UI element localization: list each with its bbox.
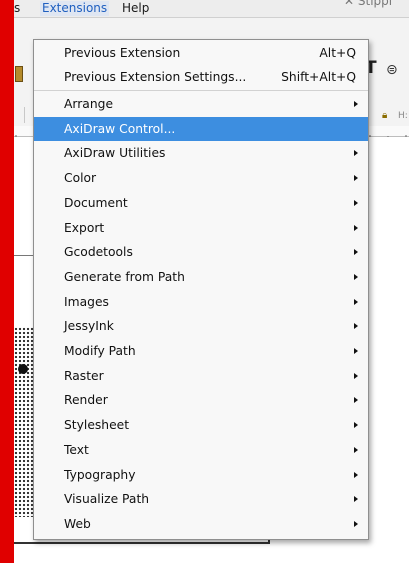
menu-item-jessyink[interactable]: JessyInk xyxy=(34,314,368,338)
menu-item-label: Images xyxy=(64,294,109,309)
menu-item-render[interactable]: Render xyxy=(34,388,368,412)
submenu-arrow-icon xyxy=(354,397,358,404)
submenu-arrow-icon xyxy=(354,422,358,429)
menu-item-web[interactable]: Web xyxy=(34,512,368,536)
submenu-arrow-icon xyxy=(354,199,358,206)
menu-item-label: Gcodetools xyxy=(64,245,133,260)
menu-extensions[interactable]: Extensions xyxy=(40,1,110,16)
submenu-arrow-icon xyxy=(354,446,358,453)
menu-item-label: Text xyxy=(64,442,89,457)
menu-item-raster[interactable]: Raster xyxy=(34,364,368,388)
menu-item-label: Web xyxy=(64,516,91,531)
submenu-arrow-icon xyxy=(354,372,358,379)
menu-item-label: Stylesheet xyxy=(64,418,130,433)
menu-item-label: Document xyxy=(64,195,128,210)
menu-item-label: AxiDraw Control... xyxy=(64,121,176,136)
submenu-arrow-icon xyxy=(354,273,358,280)
menu-item-color[interactable]: Color xyxy=(34,166,368,190)
toolbar-separator xyxy=(24,107,25,123)
menu-item-axidraw-control[interactable]: AxiDraw Control... xyxy=(34,116,368,141)
menu-item-stylesheet[interactable]: Stylesheet xyxy=(34,413,368,437)
menu-item-label: Generate from Path xyxy=(64,269,185,284)
menu-item-text[interactable]: Text xyxy=(34,438,368,462)
menu-item-previous-extension-settings[interactable]: Previous Extension Settings... Shift+Alt+… xyxy=(34,65,368,89)
submenu-arrow-icon xyxy=(354,249,358,256)
submenu-arrow-icon xyxy=(354,175,358,182)
menubar: s Extensions Help ✕ Stippl xyxy=(14,0,409,18)
menu-item-label: Visualize Path xyxy=(64,492,150,507)
menu-item-previous-extension[interactable]: Previous Extension Alt+Q xyxy=(34,41,368,65)
submenu-arrow-icon xyxy=(354,520,358,527)
stipple-drawing xyxy=(14,327,34,517)
submenu-arrow-icon xyxy=(354,224,358,231)
menu-item-label: Raster xyxy=(64,368,104,383)
submenu-arrow-icon xyxy=(354,101,358,107)
menu-item-label: Typography xyxy=(64,467,136,482)
menu-item-label: Modify Path xyxy=(64,344,136,358)
stipple-blob xyxy=(18,364,28,374)
extensions-menu: Previous Extension Alt+Q Previous Extensio… xyxy=(33,39,369,540)
height-label: H: xyxy=(398,111,408,121)
menu-separator xyxy=(34,90,368,91)
menu-item-shortcut: Shift+Alt+Q xyxy=(281,70,356,84)
submenu-arrow-icon xyxy=(354,150,358,157)
menu-item-label: Render xyxy=(64,393,108,408)
menu-item-label: AxiDraw Utilities xyxy=(64,146,166,161)
menu-item-shortcut: Alt+Q xyxy=(319,46,356,60)
page-edge xyxy=(14,255,34,256)
menu-item-label: Color xyxy=(64,171,97,186)
window-title: ✕ Stippl xyxy=(344,0,392,8)
menu-item-label: Previous Extension xyxy=(64,46,181,60)
menu-help[interactable]: Help xyxy=(122,1,149,16)
submenu-arrow-icon xyxy=(354,298,358,305)
menu-item-axidraw-utilities[interactable]: AxiDraw Utilities xyxy=(34,141,368,165)
menu-partial[interactable]: s xyxy=(14,1,20,16)
menu-item-visualize-path[interactable]: Visualize Path xyxy=(34,487,368,511)
menu-item-document[interactable]: Document xyxy=(34,191,368,215)
menu-item-typography[interactable]: Typography xyxy=(34,463,368,487)
submenu-arrow-icon xyxy=(354,471,358,478)
tool-icon[interactable] xyxy=(15,66,23,82)
menu-item-label: Export xyxy=(64,220,105,235)
menu-item-generate-from-path[interactable]: Generate from Path xyxy=(34,265,368,289)
menu-item-label: JessyInk xyxy=(64,319,114,334)
menu-item-export[interactable]: Export xyxy=(34,216,368,240)
submenu-arrow-icon xyxy=(354,496,358,503)
menu-item-arrange[interactable]: Arrange xyxy=(34,92,368,116)
menu-item-modify-path[interactable]: Modify Path xyxy=(34,339,368,363)
submenu-arrow-icon xyxy=(354,348,358,354)
list-icon[interactable]: ⊜ xyxy=(386,62,398,78)
lock-icon[interactable]: 🔒︎ xyxy=(382,110,387,121)
menu-item-label: Previous Extension Settings... xyxy=(64,70,247,84)
menu-item-images[interactable]: Images xyxy=(34,290,368,314)
menu-item-gcodetools[interactable]: Gcodetools xyxy=(34,240,368,264)
submenu-arrow-icon xyxy=(354,323,358,330)
menu-item-label: Arrange xyxy=(64,97,114,111)
window-icon: ✕ xyxy=(344,0,355,8)
